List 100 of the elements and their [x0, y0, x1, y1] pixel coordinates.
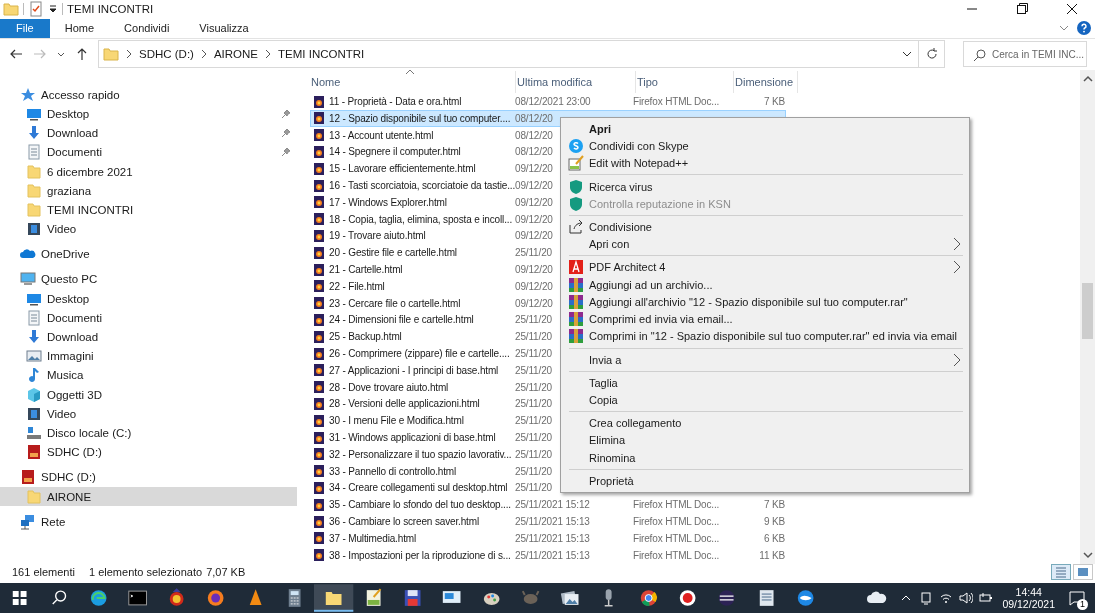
refresh-icon	[924, 47, 939, 62]
menu-item[interactable]: PDF Architect 4	[563, 258, 963, 276]
notifications-button[interactable]: 1	[1063, 584, 1091, 613]
sidebar-item[interactable]: Musica	[0, 365, 297, 385]
menu-item[interactable]: Condivisione	[563, 218, 963, 236]
menu-item[interactable]: Apri con	[563, 235, 963, 253]
sidebar-item[interactable]: OneDrive	[0, 244, 297, 264]
sidebar-item[interactable]: Accesso rapido	[0, 85, 297, 105]
menu-item[interactable]: Condividi con Skype	[563, 137, 963, 155]
column-header[interactable]: Tipo	[636, 71, 734, 94]
menu-item[interactable]: Crea collegamento	[563, 414, 963, 432]
file-name: 19 - Trovare aiuto.html	[329, 230, 426, 242]
clock[interactable]: 14:44 09/12/2021	[1002, 586, 1055, 611]
html-file-icon	[313, 95, 325, 108]
monitor-icon	[26, 106, 42, 122]
film-icon	[26, 221, 42, 238]
sidebar-item[interactable]: Disco locale (C:)	[0, 423, 297, 443]
menu-item[interactable]: Proprietà	[563, 472, 963, 490]
file-name: 30 - I menu File e Modifica.html	[329, 415, 464, 427]
column-header[interactable]: Ultima modifica	[516, 71, 636, 94]
sidebar-item[interactable]: SDHC (D:)	[0, 467, 297, 487]
sidebar-item[interactable]: Immagini	[0, 346, 297, 366]
pin-icon[interactable]	[281, 128, 291, 139]
menu-item[interactable]: Aggiungi ad un archivio...	[563, 275, 963, 294]
file-type: Firefox HTML Doc...	[633, 532, 721, 544]
file-row[interactable]: 11 - Proprietà - Data e ora.html 08/12/2021 23:00 Firefox HTML Doc... 7 KB	[310, 93, 786, 110]
help-icon[interactable]	[1077, 21, 1091, 36]
ribbon-tab[interactable]: Condividi	[109, 18, 185, 38]
file-name: 12 - Spazio disponibile sul tuo computer....	[329, 112, 511, 124]
device-icon[interactable]	[919, 590, 934, 607]
scrollbar[interactable]	[1080, 70, 1095, 564]
chevron-right-icon[interactable]	[199, 49, 208, 60]
sidebar-item[interactable]: Desktop	[0, 104, 297, 124]
folder-icon[interactable]	[314, 584, 354, 613]
folder-icon	[26, 182, 42, 199]
archive-icon	[568, 276, 584, 293]
scroll-thumb[interactable]	[1082, 283, 1093, 340]
thumbnails-view-icon[interactable]	[1073, 564, 1093, 581]
sidebar-item[interactable]: Video	[0, 404, 297, 424]
sidebar-item[interactable]: Download	[0, 123, 297, 143]
file-type: Firefox HTML Doc...	[633, 549, 721, 561]
sidebar-item[interactable]: 6 dicembre 2021	[0, 161, 297, 182]
file-row[interactable]: 37 - Multimedia.html 25/11/2021 15:13 Firefox HTML Doc... 6 KB	[310, 529, 786, 547]
sidebar-item[interactable]: Video	[0, 219, 297, 239]
file-name: 34 - Creare collegamenti sul desktop.html	[329, 482, 508, 494]
cube-icon	[26, 386, 42, 403]
html-file-icon	[313, 162, 325, 175]
sidebar-item[interactable]: AIRONE	[0, 486, 297, 507]
file-row[interactable]: 38 - Impostazioni per la riproduzione di s... 25/11/2021 15:13 Firefox HTML Doc... 11 KB	[310, 546, 786, 564]
menu-item[interactable]: Elimina	[563, 431, 963, 449]
modified-date: 08/12/20	[515, 112, 553, 124]
menu-item[interactable]: Edit with Notepad++	[563, 154, 963, 173]
scroll-up-icon[interactable]	[1082, 75, 1093, 84]
breadcrumb-item[interactable]: AIRONE	[213, 48, 259, 61]
sidebar-item[interactable]: Documenti	[0, 142, 297, 162]
column-header[interactable]: Nome	[310, 71, 516, 94]
sidebar-item[interactable]: SDHC (D:)	[0, 442, 297, 462]
sidebar-item[interactable]: TEMI INCONTRI	[0, 200, 297, 220]
ribbon-tab[interactable]: Visualizza	[184, 18, 264, 38]
file-row[interactable]: 36 - Cambiare lo screen saver.html 25/11/2021 15:13 Firefox HTML Doc... 9 KB	[310, 513, 786, 530]
menu-item[interactable]: Comprimi in "12 - Spazio disponibile sul tuo computer.rar" ed invia via email	[563, 327, 963, 346]
search-field[interactable]: Cerca in TEMI INC...	[963, 41, 1087, 68]
scroll-down-icon[interactable]	[1082, 550, 1093, 559]
sidebar-item[interactable]: Oggetti 3D	[0, 385, 297, 405]
modified-date: 25/11/20	[515, 432, 552, 444]
menu-item[interactable]: Invia a	[563, 350, 963, 369]
menu-item[interactable]: Taglia	[563, 373, 963, 392]
menu-item[interactable]: Copia	[563, 391, 963, 409]
sidebar-item[interactable]: graziana	[0, 181, 297, 201]
modified-date: 25/11/2021 15:13	[515, 532, 591, 544]
breadcrumb-item[interactable]: SDHC (D:)	[139, 48, 194, 61]
dropdown-icon[interactable]	[48, 4, 58, 15]
details-view-icon[interactable]	[1051, 564, 1071, 581]
modified-date: 25/11/20	[515, 448, 552, 460]
checklist-icon[interactable]	[28, 1, 44, 18]
pin-icon[interactable]	[281, 109, 291, 119]
sidebar-item[interactable]: Documenti	[0, 308, 297, 328]
breadcrumb-item[interactable]: TEMI INCONTRI	[278, 48, 365, 61]
address-bar[interactable]: SDHC (D:) AIRONE TEMI INCONTRI	[98, 40, 919, 69]
pin-icon[interactable]	[281, 147, 291, 158]
chevron-right-icon[interactable]	[264, 49, 273, 60]
file-row[interactable]: 35 - Cambiare lo sfondo del tuo desktop.... 25/11/2021 15:12 Firefox HTML Doc... 7 KB	[310, 496, 786, 514]
sidebar-item[interactable]: Rete	[0, 512, 297, 532]
chevron-right-icon[interactable]	[125, 49, 133, 60]
html-file-icon	[313, 481, 325, 494]
file-name: 18 - Copia, taglia, elimina, sposta e incoll...	[329, 213, 513, 225]
sidebar-item[interactable]: Questo PC	[0, 269, 297, 290]
menu-item[interactable]: Comprimi ed invia via email...	[563, 310, 963, 328]
menu-item[interactable]: Rinomina	[563, 448, 963, 467]
html-file-icon	[313, 280, 325, 293]
html-file-icon	[313, 146, 325, 158]
column-header[interactable]: Dimensione	[734, 71, 798, 94]
sidebar-item[interactable]: Download	[0, 327, 297, 347]
menu-item[interactable]: Ricerca virus	[563, 177, 963, 196]
menu-item[interactable]: Aggiungi all'archivio "12 - Spazio disponibile sul tuo computer.rar"	[563, 293, 963, 311]
archive-icon	[568, 328, 584, 345]
ribbon-tab[interactable]: Home	[49, 18, 110, 38]
speaker-icon[interactable]	[959, 590, 974, 607]
sidebar-item[interactable]: Desktop	[0, 289, 297, 309]
refresh-button[interactable]	[919, 40, 945, 69]
